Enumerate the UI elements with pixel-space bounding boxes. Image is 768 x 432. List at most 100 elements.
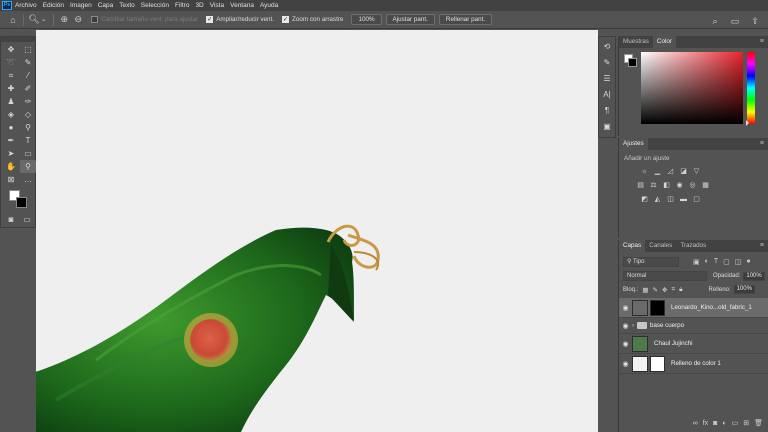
vibrance-icon[interactable]: ▽ (691, 166, 702, 176)
zoom-out-icon[interactable]: ⊖ (71, 13, 85, 27)
filter-smart-object-icon[interactable]: ◫ (735, 258, 742, 266)
paragraph-icon[interactable]: ¶ (599, 104, 615, 117)
black-white-icon[interactable]: ◧ (661, 180, 672, 190)
tab-channels[interactable]: Canales (645, 240, 676, 252)
panel-menu-icon[interactable]: ≡ (760, 240, 768, 252)
scrubby-zoom-option[interactable]: ✓ Zoom con arrastre (281, 16, 343, 23)
filter-toggle-icon[interactable]: ● (746, 258, 750, 266)
layer-style-icon[interactable]: fx (703, 420, 708, 427)
visibility-eye-icon[interactable]: ◉ (619, 340, 632, 348)
opacity-input[interactable]: 100% (743, 271, 765, 281)
tab-color[interactable]: Color (652, 36, 676, 48)
resize-windows-checkbox[interactable] (91, 16, 99, 23)
levels-icon[interactable]: ▁ (652, 166, 663, 176)
new-layer-icon[interactable]: ⊞ (743, 419, 749, 427)
color-background-swatch[interactable] (628, 58, 637, 67)
channel-mixer-icon[interactable]: ◎ (687, 180, 698, 190)
resize-windows-option[interactable]: Cambiar tamaño vent. para ajustar (91, 16, 198, 23)
new-adjustment-icon[interactable]: ◐ (722, 420, 726, 427)
hue-saturation-icon[interactable]: ▤ (635, 180, 646, 190)
pen-tool-icon[interactable]: ✒ (3, 134, 19, 147)
menu-edicion[interactable]: Edición (43, 2, 64, 9)
zoom-tool-icon[interactable]: ⚲ (20, 160, 36, 173)
eyedropper-tool-icon[interactable]: ⁄ (20, 69, 36, 82)
history-brush-icon[interactable]: ✑ (20, 95, 36, 108)
workspace-icon[interactable]: ▭ (728, 14, 742, 28)
brush-tool-icon[interactable]: ✐ (20, 82, 36, 95)
libraries-icon[interactable]: ▣ (599, 120, 615, 133)
lock-position-icon[interactable]: ✥ (662, 286, 667, 294)
menu-ventana[interactable]: Ventana (230, 2, 254, 9)
lock-pixels-icon[interactable]: ✎ (653, 286, 658, 294)
link-layers-icon[interactable]: ∞ (693, 420, 698, 427)
panel-menu-icon[interactable]: ≡ (760, 36, 768, 48)
visibility-eye-icon[interactable]: ◉ (619, 304, 632, 312)
layer-name[interactable]: Leonardo_Kino...old_fabric_1 (671, 304, 752, 311)
group-expand-chevron-icon[interactable]: › (632, 323, 634, 329)
layer-name[interactable]: Chaul Jujinchi (654, 340, 693, 347)
eraser-tool-icon[interactable]: ◈ (3, 108, 19, 121)
invert-icon[interactable]: ◩ (639, 194, 650, 204)
menu-vista[interactable]: Vista (210, 2, 224, 9)
filter-type-icon[interactable]: T (714, 258, 718, 266)
hue-slider[interactable] (747, 52, 755, 124)
lock-all-icon[interactable]: 🔒︎ (679, 286, 682, 294)
home-icon[interactable]: ⌂ (6, 13, 20, 27)
hand-tool-icon[interactable]: ✋ (3, 160, 19, 173)
delete-layer-icon[interactable]: 🗑︎ (754, 419, 763, 427)
marquee-tool-icon[interactable]: ⬚ (20, 43, 36, 56)
layer-kind-filter[interactable]: ⚲ Tipo (623, 257, 679, 267)
blur-tool-icon[interactable]: ● (3, 121, 19, 134)
share-icon[interactable]: ⇪ (748, 14, 762, 28)
new-group-icon[interactable]: ▭ (732, 419, 739, 427)
color-balance-icon[interactable]: ⚖ (648, 180, 659, 190)
curves-icon[interactable]: ◿ (665, 166, 676, 176)
zoom-in-icon[interactable]: ⊕ (57, 13, 71, 27)
scrubby-zoom-checkbox[interactable]: ✓ (281, 16, 289, 23)
menu-texto[interactable]: Texto (119, 2, 135, 9)
selective-color-icon[interactable]: ▢ (691, 194, 702, 204)
menu-imagen[interactable]: Imagen (70, 2, 92, 9)
crop-tool-icon[interactable]: ⌗ (3, 69, 19, 82)
blend-mode-select[interactable]: Normal (623, 271, 707, 281)
fill-screen-button[interactable]: Rellenar pant. (438, 14, 493, 25)
menu-capa[interactable]: Capa (98, 2, 114, 9)
color-lookup-icon[interactable]: ▦ (700, 180, 711, 190)
document-canvas[interactable] (36, 30, 598, 432)
filter-pixel-icon[interactable]: ▣ (693, 258, 700, 266)
menu-archivo[interactable]: Archivo (15, 2, 37, 9)
brush-settings-icon[interactable]: ✎ (599, 56, 615, 69)
type-tool-icon[interactable]: T (20, 134, 36, 147)
visibility-eye-icon[interactable]: ◉ (619, 360, 632, 368)
gradient-map-icon[interactable]: ▬ (678, 194, 689, 204)
lock-transparent-icon[interactable]: ▦ (642, 286, 648, 294)
photo-filter-icon[interactable]: ◉ (674, 180, 685, 190)
layer-row[interactable]: ◉ Leonardo_Kino...old_fabric_1 (619, 298, 768, 318)
tab-adjustments[interactable]: Ajustes (619, 138, 648, 150)
transform-icon[interactable]: ⊠ (3, 173, 19, 186)
paint-bucket-icon[interactable]: ◇ (20, 108, 36, 121)
zoom-100-button[interactable]: 100% (351, 14, 382, 25)
hue-marker[interactable] (746, 120, 749, 126)
quick-select-tool-icon[interactable]: ✎ (20, 56, 36, 69)
tab-layers[interactable]: Capas (619, 240, 646, 252)
layer-row[interactable]: ◉ Chaul Jujinchi (619, 334, 768, 354)
zoom-tool-icon[interactable]: 🔍︎ (27, 13, 41, 27)
filter-adjustment-icon[interactable]: ◐ (705, 258, 709, 266)
properties-icon[interactable]: ☰ (599, 72, 615, 85)
menu-seleccion[interactable]: Selección (141, 2, 169, 9)
layer-mask-thumbnail[interactable] (650, 355, 665, 372)
visibility-eye-icon[interactable]: ◉ (619, 322, 632, 330)
rectangle-tool-icon[interactable]: ▭ (20, 147, 36, 160)
tab-swatches[interactable]: Muestras (619, 36, 653, 48)
exposure-icon[interactable]: ◪ (678, 166, 689, 176)
tool-preset-chevron-icon[interactable]: ⌄ (41, 16, 46, 23)
history-icon[interactable]: ⟲ (599, 40, 615, 53)
menu-filtro[interactable]: Filtro (175, 2, 189, 9)
screen-mode-icon[interactable]: ▭ (19, 213, 35, 226)
filter-shape-icon[interactable]: ▢ (723, 258, 730, 266)
path-select-icon[interactable]: ➤ (3, 147, 19, 160)
clone-stamp-icon[interactable]: ♟ (3, 95, 19, 108)
tab-paths[interactable]: Trazados (676, 240, 710, 252)
fit-screen-button[interactable]: Ajustar pant. (385, 14, 435, 25)
